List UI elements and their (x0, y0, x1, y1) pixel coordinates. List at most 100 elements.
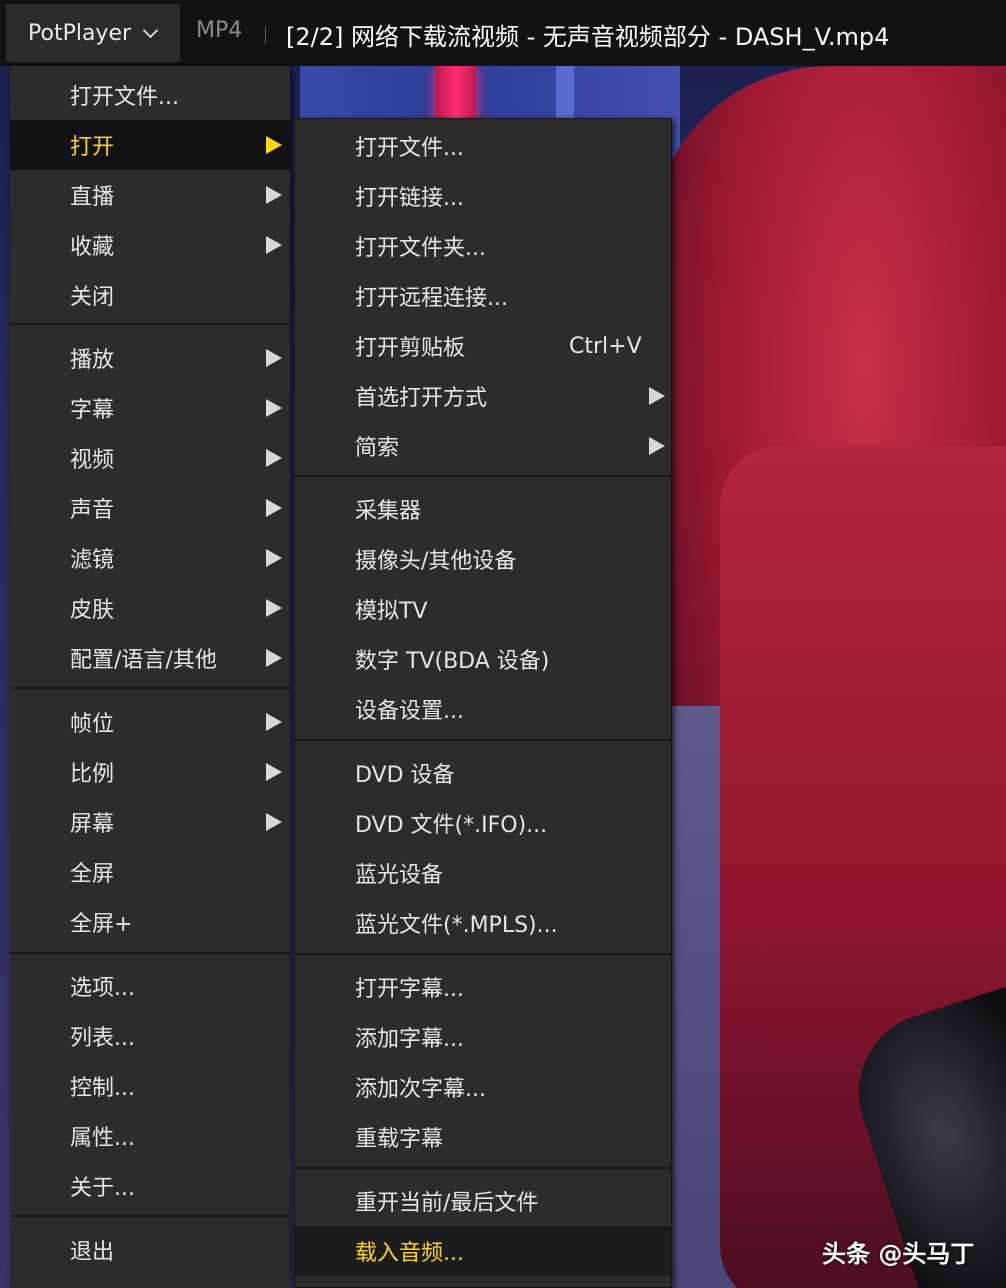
menu-item-label: 摄像头/其他设备 (355, 549, 517, 574)
menu-item-label: 打开剪贴板 (355, 336, 466, 361)
submenu-arrow-icon (266, 713, 282, 731)
menu-separator (295, 1167, 671, 1169)
submenu-arrow-icon (266, 649, 282, 667)
menu-item-label: 选项... (70, 976, 135, 1001)
menu-item-frame[interactable]: 帧位 (10, 697, 290, 747)
submenu-arrow-icon (266, 186, 282, 204)
menu-item-label: 列表... (70, 1026, 135, 1051)
menu-item-label: 字幕 (70, 398, 115, 423)
submenu-item-load-audio[interactable]: 载入音频... (295, 1226, 671, 1276)
menu-item-label: DVD 文件(*.IFO)... (355, 813, 548, 838)
submenu-item-webcam[interactable]: 摄像头/其他设备 (295, 534, 671, 584)
menu-item-label: 重开当前/最后文件 (355, 1191, 539, 1216)
menu-item-label: 直播 (70, 185, 115, 210)
submenu-item-bluray-file[interactable]: 蓝光文件(*.MPLS)... (295, 898, 671, 948)
menu-item-label: 模拟TV (355, 599, 428, 624)
submenu-item-open-subtitle[interactable]: 打开字幕... (295, 962, 671, 1012)
submenu-arrow-icon (266, 449, 282, 467)
menu-item-about[interactable]: 关于... (10, 1161, 290, 1211)
menu-item-label: 配置/语言/其他 (70, 648, 217, 673)
menu-item-open[interactable]: 打开 (10, 120, 290, 170)
submenu-item-preferred-open[interactable]: 首选打开方式 (295, 371, 671, 421)
title-divider (265, 26, 266, 44)
menu-item-playback[interactable]: 播放 (10, 333, 290, 383)
menu-item-options[interactable]: 选项... (10, 961, 290, 1011)
menu-item-label: 采集器 (355, 499, 422, 524)
menu-item-aspect-ratio[interactable]: 比例 (10, 747, 290, 797)
menu-item-filters[interactable]: 滤镜 (10, 533, 290, 583)
menu-item-audio[interactable]: 声音 (10, 483, 290, 533)
menu-item-label: 关闭 (70, 285, 115, 310)
submenu-arrow-icon (266, 763, 282, 781)
menu-item-skin[interactable]: 皮肤 (10, 583, 290, 633)
menu-item-subtitles[interactable]: 字幕 (10, 383, 290, 433)
submenu-item-capture[interactable]: 采集器 (295, 484, 671, 534)
submenu-item-digital-tv[interactable]: 数字 TV(BDA 设备) (295, 634, 671, 684)
submenu-item-dvd-device[interactable]: DVD 设备 (295, 748, 671, 798)
menu-item-label: 打开文件... (70, 85, 179, 110)
menu-separator (10, 687, 290, 689)
menu-item-open-file[interactable]: 打开文件... (10, 70, 290, 120)
submenu-item-reopen-last[interactable]: 重开当前/最后文件 (295, 1176, 671, 1226)
submenu-item-dvd-file[interactable]: DVD 文件(*.IFO)... (295, 798, 671, 848)
title-bar: PotPlayer MP4 [2/2] 网络下载流视频 - 无声音视频部分 - … (0, 0, 1006, 66)
submenu-arrow-icon (266, 499, 282, 517)
submenu-arrow-icon (266, 349, 282, 367)
submenu-item-reload-subtitle[interactable]: 重载字幕 (295, 1112, 671, 1162)
submenu-item-open-folder[interactable]: 打开文件夹... (295, 221, 671, 271)
menu-item-label: 屏幕 (70, 812, 115, 837)
menu-item-label: 简索 (355, 436, 400, 461)
submenu-item-open-clipboard[interactable]: 打开剪贴板 Ctrl+V (295, 321, 671, 371)
chevron-down-icon (142, 22, 159, 38)
submenu-item-bluray-device[interactable]: 蓝光设备 (295, 848, 671, 898)
watermark: 头条 @头马丁 (822, 1240, 975, 1268)
menu-item-label: 属性... (70, 1126, 135, 1151)
menu-item-label: 数字 TV(BDA 设备) (355, 649, 550, 674)
app-menu-button[interactable]: PotPlayer (6, 4, 180, 62)
menu-item-exit[interactable]: 退出 (10, 1225, 290, 1275)
menu-item-label: 设备设置... (355, 699, 464, 724)
menu-item-fullscreen-plus[interactable]: 全屏+ (10, 897, 290, 947)
submenu-arrow-icon (266, 136, 282, 154)
menu-item-label: 打开字幕... (355, 977, 464, 1002)
submenu-arrow-icon (266, 236, 282, 254)
menu-item-video[interactable]: 视频 (10, 433, 290, 483)
main-menu: 打开文件... 打开 直播 收藏 关闭 播放 字幕 视频 声音 滤镜 皮肤 配置… (10, 66, 290, 1288)
menu-item-fullscreen[interactable]: 全屏 (10, 847, 290, 897)
submenu-arrow-icon (266, 599, 282, 617)
menu-item-label: 打开远程连接... (355, 286, 508, 311)
menu-item-label: 比例 (70, 762, 115, 787)
submenu-arrow-icon (266, 813, 282, 831)
submenu-item-open-remote[interactable]: 打开远程连接... (295, 271, 671, 321)
menu-item-close[interactable]: 关闭 (10, 270, 290, 320)
menu-item-live[interactable]: 直播 (10, 170, 290, 220)
submenu-item-device-settings[interactable]: 设备设置... (295, 684, 671, 734)
menu-item-label: 视频 (70, 448, 115, 473)
submenu-item-open-file[interactable]: 打开文件... (295, 121, 671, 171)
menu-item-properties[interactable]: 属性... (10, 1111, 290, 1161)
open-submenu: 打开文件... 打开链接... 打开文件夹... 打开远程连接... 打开剪贴板… (294, 118, 672, 1288)
submenu-item-add-subtitle[interactable]: 添加字幕... (295, 1012, 671, 1062)
menu-item-label: 载入音频... (355, 1241, 464, 1266)
submenu-item-analog-tv[interactable]: 模拟TV (295, 584, 671, 634)
submenu-item-open-url[interactable]: 打开链接... (295, 171, 671, 221)
menu-item-label: 控制... (70, 1076, 135, 1101)
menu-item-playlist[interactable]: 列表... (10, 1011, 290, 1061)
menu-item-label: 首选打开方式 (355, 386, 488, 411)
menu-item-control[interactable]: 控制... (10, 1061, 290, 1111)
window-title: [2/2] 网络下载流视频 - 无声音视频部分 - DASH_V.mp4 (286, 23, 890, 51)
submenu-item-add-secondary-subtitle[interactable]: 添加次字幕... (295, 1062, 671, 1112)
menu-item-config-language[interactable]: 配置/语言/其他 (10, 633, 290, 683)
menu-item-label: 添加次字幕... (355, 1077, 486, 1102)
menu-item-label: 皮肤 (70, 598, 115, 623)
menu-separator (295, 475, 671, 477)
menu-separator (295, 739, 671, 741)
submenu-item-search[interactable]: 简索 (295, 421, 671, 471)
menu-item-label: 播放 (70, 348, 115, 373)
menu-item-label: 关于... (70, 1176, 135, 1201)
menu-item-label: 蓝光设备 (355, 863, 444, 888)
menu-item-screen[interactable]: 屏幕 (10, 797, 290, 847)
menu-item-favorites[interactable]: 收藏 (10, 220, 290, 270)
menu-item-label: 打开 (70, 135, 115, 160)
shortcut-label: Ctrl+V (569, 333, 642, 359)
